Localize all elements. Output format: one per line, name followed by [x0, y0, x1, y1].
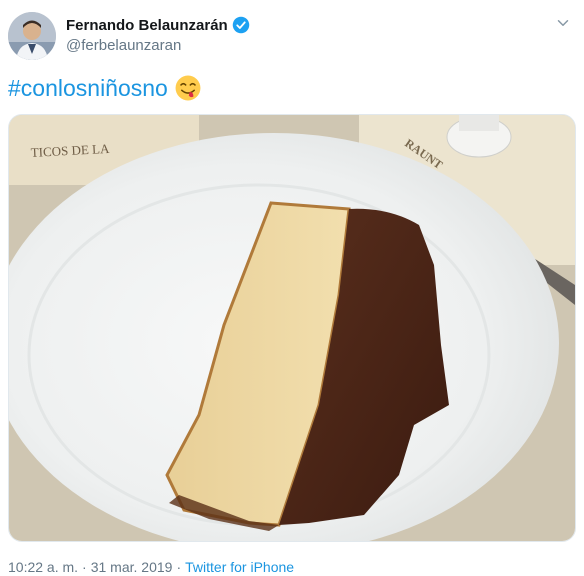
tweet-header: Fernando Belaunzarán @ferbelaunzaran	[8, 8, 576, 68]
user-handle[interactable]: @ferbelaunzaran	[66, 37, 250, 54]
tweet-date[interactable]: 31 mar. 2019	[91, 559, 173, 575]
tweet-media-photo[interactable]: TICOS DE LA RAUNT	[8, 114, 576, 542]
meta-separator-2: ·	[176, 559, 182, 575]
display-name[interactable]: Fernando Belaunzarán	[66, 17, 228, 34]
tweet-time[interactable]: 10:22 a. m.	[8, 559, 78, 575]
face-savoring-food-emoji-icon	[175, 75, 201, 101]
author-names: Fernando Belaunzarán @ferbelaunzaran	[66, 16, 250, 54]
name-row: Fernando Belaunzarán	[66, 16, 250, 34]
avatar[interactable]	[8, 12, 56, 60]
hashtag-link[interactable]: #conlosniñosno	[8, 75, 168, 102]
tweet-text: #conlosniñosno	[8, 74, 202, 102]
tweet-card: Fernando Belaunzarán @ferbelaunzaran #co…	[0, 0, 584, 576]
dessert-photo: TICOS DE LA RAUNT	[9, 115, 575, 541]
tweet-source-link[interactable]: Twitter for iPhone	[185, 559, 294, 575]
chevron-down-icon[interactable]	[554, 14, 572, 32]
meta-separator: ·	[82, 559, 87, 575]
tweet-metadata: 10:22 a. m. · 31 mar. 2019 · Twitter for…	[8, 559, 294, 575]
verified-badge-icon	[232, 16, 249, 34]
